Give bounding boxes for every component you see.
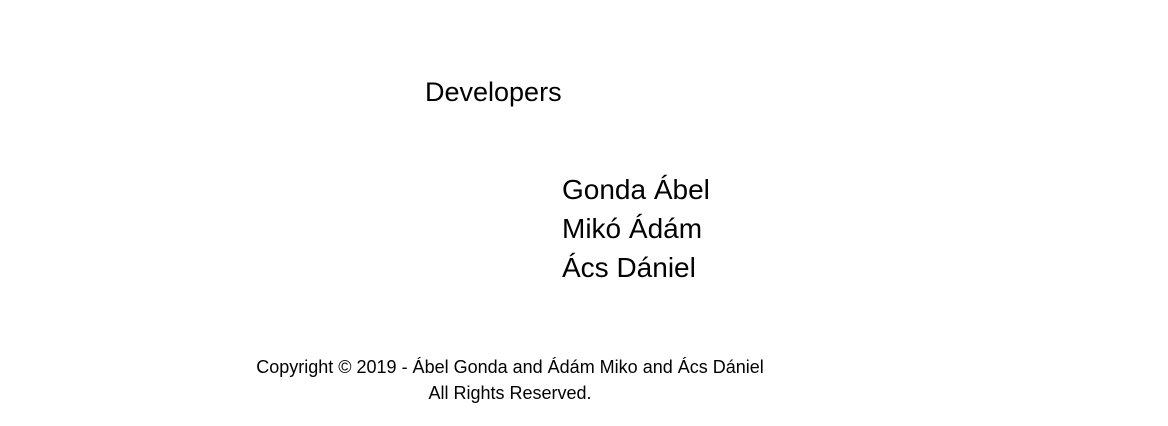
copyright-text: Copyright © 2019 - Ábel Gonda and Ádám M… <box>256 357 764 377</box>
developer-name: Ács Dániel <box>562 252 696 283</box>
footer: Copyright © 2019 - Ábel Gonda and Ádám M… <box>240 354 780 406</box>
developer-name: Mikó Ádám <box>562 213 703 244</box>
page-title: Developers <box>425 77 562 107</box>
developer-name: Gonda Ábel <box>562 174 710 205</box>
rights-text: All Rights Reserved. <box>428 383 592 403</box>
developer-list: Gonda Ábel Mikó Ádám Ács Dániel <box>562 170 710 287</box>
